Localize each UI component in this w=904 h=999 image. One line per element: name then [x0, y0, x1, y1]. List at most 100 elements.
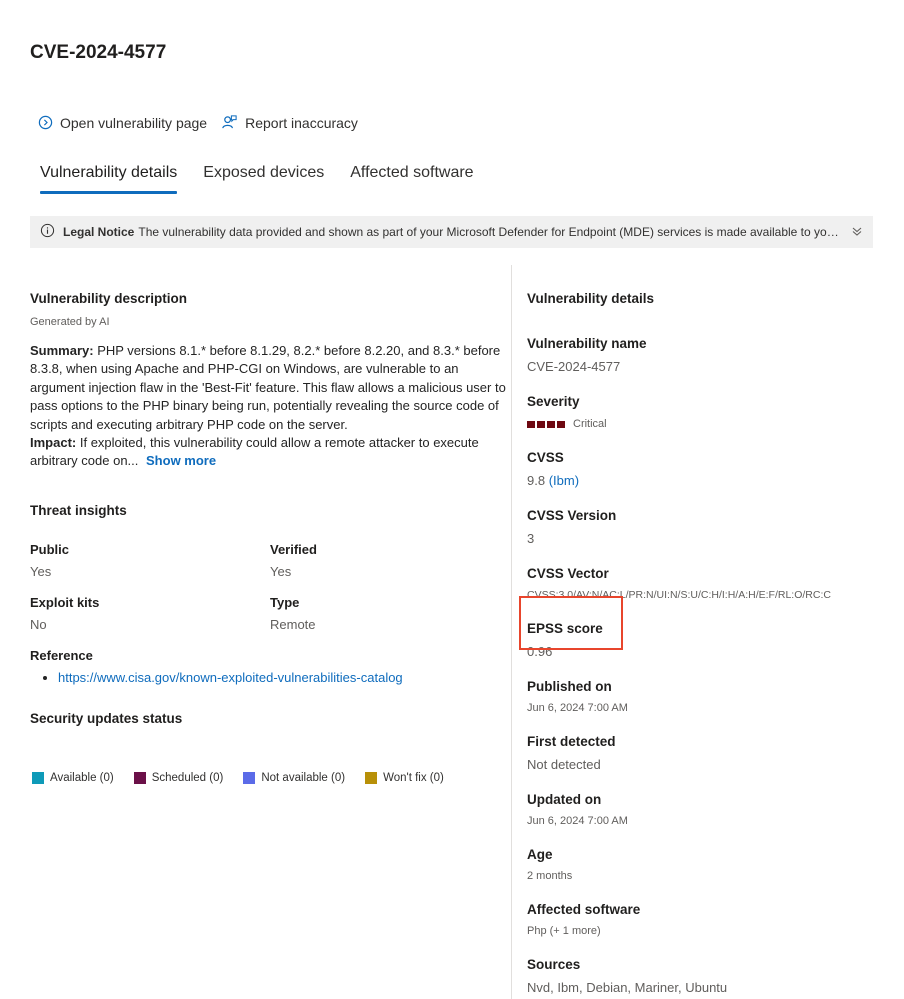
legend-label-not-available: Not available (0): [261, 771, 346, 784]
updated-on-field: Updated on Jun 6, 2024 7:00 AM: [527, 792, 887, 827]
legend-label-scheduled: Scheduled (0): [151, 771, 224, 784]
impact-label: Impact:: [30, 435, 77, 451]
age-field: Age 2 months: [527, 847, 887, 882]
reference-item: https://www.cisa.gov/known-exploited-vul…: [58, 670, 508, 685]
legend-swatch-available: [32, 771, 44, 784]
legend-available: Available (0): [32, 771, 114, 784]
first-detected-label: First detected: [527, 734, 616, 749]
show-more-link[interactable]: Show more: [146, 453, 216, 468]
legend-label-wont-fix: Won't fix (0): [383, 771, 444, 784]
severity-value: Critical: [573, 418, 607, 430]
exploit-kits-field: Exploit kits No: [30, 595, 270, 632]
cvss-version-value: 3: [527, 531, 535, 546]
updated-on-label: Updated on: [527, 792, 602, 807]
sources-label: Sources: [527, 957, 581, 972]
report-inaccuracy-button[interactable]: Report inaccuracy: [221, 114, 358, 131]
legal-notice-text: The vulnerability data provided and show…: [138, 225, 841, 239]
double-chevron-down-icon[interactable]: [851, 225, 863, 240]
affected-software-label: Affected software: [527, 902, 641, 917]
severity-indicator: Critical: [527, 418, 887, 430]
type-label: Type: [270, 594, 300, 610]
severity-bar: [527, 420, 535, 428]
verified-field: Verified Yes: [270, 542, 510, 579]
cvss-value-row: 9.8 (Ibm): [527, 473, 887, 488]
reference-link[interactable]: https://www.cisa.gov/known-exploited-vul…: [58, 670, 403, 685]
affected-software-value: Php (+ 1 more): [527, 925, 601, 937]
published-on-field: Published on Jun 6, 2024 7:00 AM: [527, 679, 887, 714]
public-field: Public Yes: [30, 542, 270, 579]
security-updates-legend: Available (0) Scheduled (0) Not availabl…: [30, 771, 508, 784]
chevron-circle-icon: [38, 115, 53, 130]
open-vulnerability-page-button[interactable]: Open vulnerability page: [38, 114, 207, 131]
age-value: 2 months: [527, 870, 573, 882]
vulnerability-description-text: Summary: PHP versions 8.1.* before 8.1.2…: [30, 342, 508, 471]
legal-notice-banner: Legal Notice The vulnerability data prov…: [30, 216, 873, 248]
published-on-label: Published on: [527, 679, 612, 694]
column-divider: [511, 265, 512, 999]
legend-not-available: Not available (0): [243, 771, 346, 784]
cvss-field: CVSS 9.8 (Ibm): [527, 450, 887, 488]
reference-list: https://www.cisa.gov/known-exploited-vul…: [58, 670, 508, 685]
verified-value: Yes: [270, 563, 292, 579]
vulnerability-name-label: Vulnerability name: [527, 336, 647, 351]
cvss-value: 9.8: [527, 473, 546, 488]
tab-exposed-devices[interactable]: Exposed devices: [193, 160, 334, 194]
vulnerability-details-heading: Vulnerability details: [527, 291, 655, 306]
type-value: Remote: [270, 616, 316, 632]
threat-insights-heading: Threat insights: [30, 502, 127, 518]
report-inaccuracy-label: Report inaccuracy: [245, 114, 358, 131]
reference-label: Reference: [30, 647, 93, 663]
first-detected-field: First detected Not detected: [527, 734, 887, 772]
age-label: Age: [527, 847, 553, 862]
legend-swatch-wont-fix: [365, 771, 378, 784]
sources-value[interactable]: Nvd, Ibm, Debian, Mariner, Ubuntu: [527, 980, 887, 995]
public-label: Public: [30, 541, 70, 557]
open-vulnerability-page-label: Open vulnerability page: [60, 114, 208, 131]
legend-scheduled: Scheduled (0): [133, 771, 224, 784]
tab-vulnerability-details[interactable]: Vulnerability details: [30, 160, 187, 194]
exploit-kits-value: No: [30, 616, 47, 632]
impact-text: If exploited, this vulnerability could a…: [30, 435, 479, 469]
cvss-vector-label: CVSS Vector: [527, 566, 609, 581]
generated-by-ai-label: Generated by AI: [30, 316, 110, 328]
summary-text: PHP versions 8.1.* before 8.1.29, 8.2.* …: [30, 343, 506, 432]
severity-bar: [547, 420, 555, 428]
cvss-version-field: CVSS Version 3: [527, 508, 887, 546]
severity-bar: [537, 420, 545, 428]
cvss-label: CVSS: [527, 450, 564, 465]
action-bar: Open vulnerability page Report inaccurac…: [38, 114, 358, 131]
updated-on-value: Jun 6, 2024 7:00 AM: [527, 815, 628, 827]
left-panel: Vulnerability description Generated by A…: [30, 291, 508, 784]
sources-field: Sources Nvd, Ibm, Debian, Mariner, Ubunt…: [527, 957, 887, 995]
legal-notice-label: Legal Notice: [63, 225, 135, 239]
type-field: Type Remote: [270, 595, 510, 632]
public-value: Yes: [30, 563, 52, 579]
vulnerability-description-heading: Vulnerability description: [30, 291, 188, 306]
legend-swatch-scheduled: [133, 771, 146, 784]
verified-label: Verified: [270, 541, 317, 557]
cvss-source-link[interactable]: (Ibm): [549, 473, 579, 488]
security-updates-heading: Security updates status: [30, 710, 183, 726]
tab-bar: Vulnerability details Exposed devices Af…: [30, 160, 490, 194]
threat-insights-grid: Public Yes Verified Yes Exploit kits No …: [30, 542, 508, 632]
vulnerability-name-value: CVE-2024-4577: [527, 359, 621, 374]
person-feedback-icon: [221, 114, 238, 131]
severity-field: Severity Critical: [527, 394, 887, 430]
cvss-version-label: CVSS Version: [527, 508, 617, 523]
first-detected-value: Not detected: [527, 757, 601, 772]
exploit-kits-label: Exploit kits: [30, 594, 100, 610]
tab-affected-software[interactable]: Affected software: [340, 160, 483, 194]
info-icon: [40, 223, 55, 241]
affected-software-field: Affected software Php (+ 1 more): [527, 902, 887, 937]
summary-label: Summary:: [30, 343, 94, 358]
reference-field: Reference https://www.cisa.gov/known-exp…: [30, 648, 508, 685]
legend-swatch-not-available: [243, 771, 256, 784]
severity-label: Severity: [527, 394, 580, 409]
published-on-value: Jun 6, 2024 7:00 AM: [527, 702, 628, 714]
legend-label-available: Available (0): [50, 771, 114, 784]
severity-bar: [557, 420, 565, 428]
epss-highlight-box: [519, 596, 623, 650]
legend-wont-fix: Won't fix (0): [365, 771, 444, 784]
page-title: CVE-2024-4577: [30, 42, 167, 63]
vulnerability-name-field: Vulnerability name CVE-2024-4577: [527, 336, 887, 374]
